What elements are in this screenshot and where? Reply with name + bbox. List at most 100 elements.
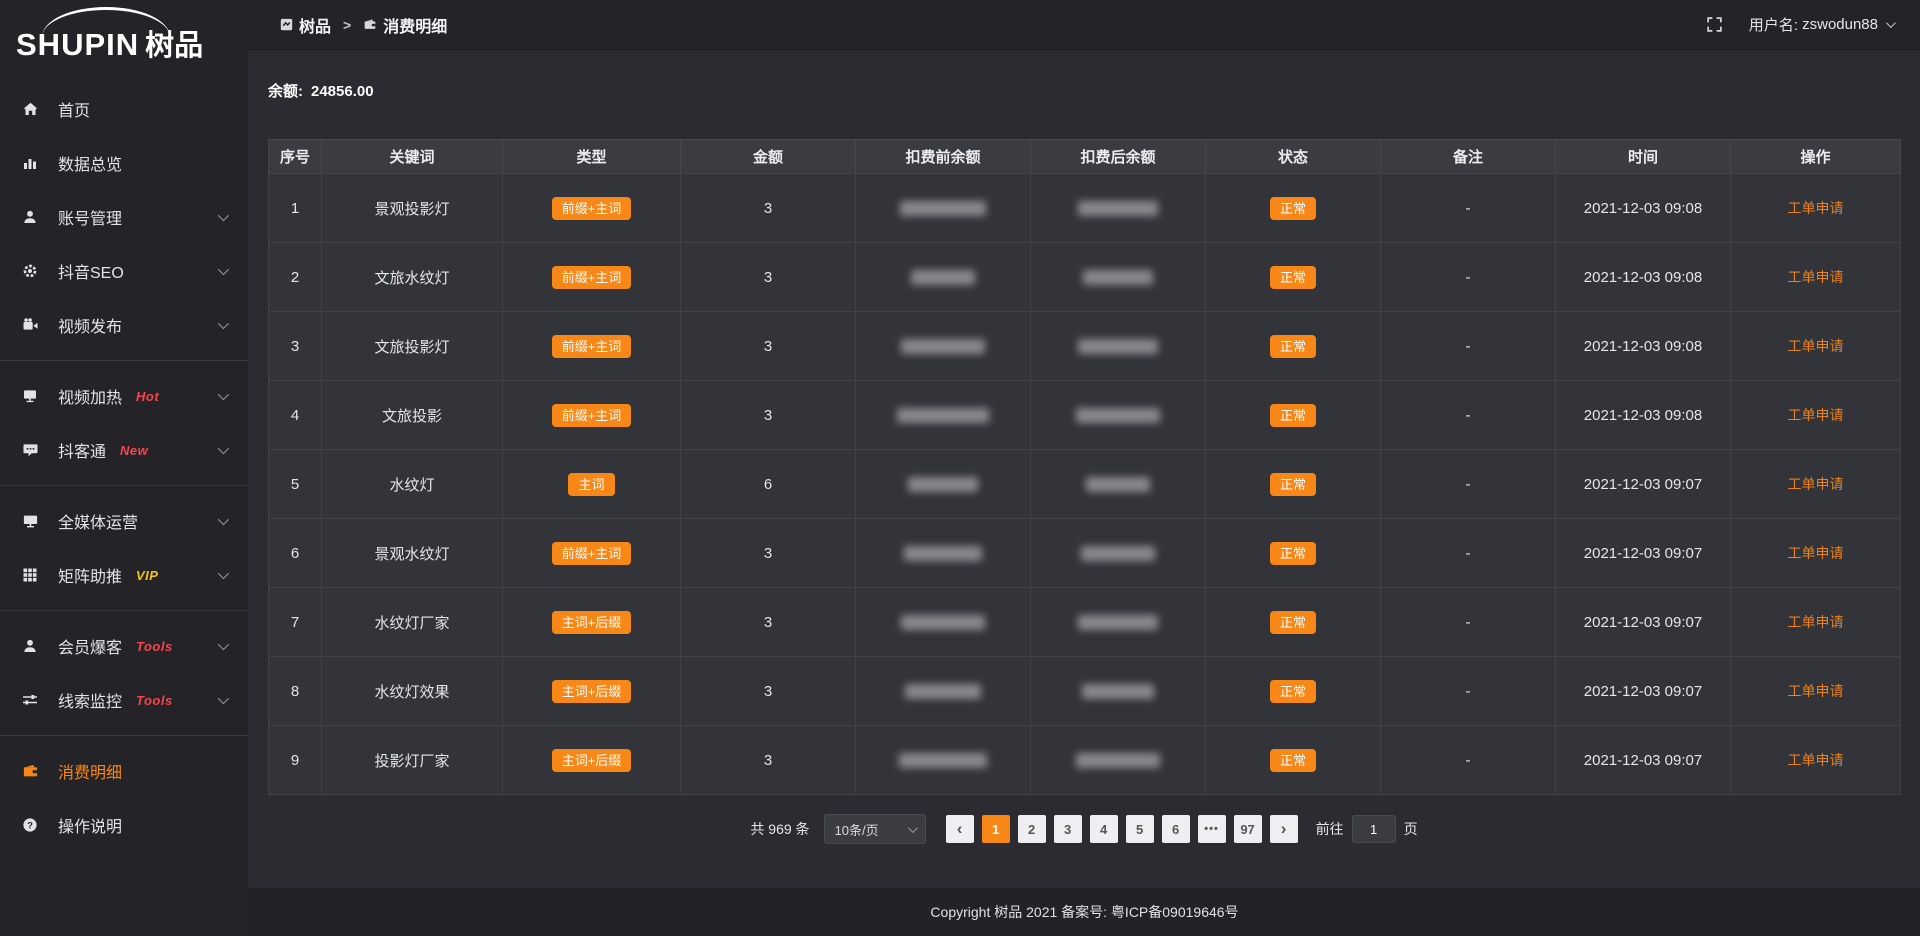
masked-balance-before xyxy=(899,753,987,768)
work-order-link[interactable]: 工单申请 xyxy=(1788,683,1844,699)
page-size-select[interactable]: 10条/页 xyxy=(824,814,926,844)
cell-status: 正常 xyxy=(1206,243,1381,312)
copyright-text: Copyright 树品 2021 备案号: 粤ICP备09019646号 xyxy=(930,902,1238,922)
sidebar-item-首页[interactable]: 首页 xyxy=(0,82,248,136)
grid-icon xyxy=(22,567,42,583)
logo-arc xyxy=(42,7,170,37)
work-order-link[interactable]: 工单申请 xyxy=(1788,476,1844,492)
page-button-97[interactable]: 97 xyxy=(1234,815,1262,843)
cell-amount: 3 xyxy=(681,174,856,243)
type-badge: 前缀+主词 xyxy=(552,404,632,427)
cell-status: 正常 xyxy=(1206,450,1381,519)
page-ellipsis-button[interactable]: ••• xyxy=(1198,815,1226,843)
table-row: 9投影灯厂家主词+后缀3正常-2021-12-03 09:07工单申请 xyxy=(269,726,1901,795)
type-badge: 主词+后缀 xyxy=(552,749,632,772)
column-header: 序号 xyxy=(269,140,322,174)
sidebar-item-线索监控[interactable]: 线索监控 Tools xyxy=(0,673,248,727)
sidebar-item-会员爆客[interactable]: 会员爆客Tools xyxy=(0,619,248,673)
cell-balance-after xyxy=(1031,243,1206,312)
sidebar-item-抖音SEO[interactable]: 抖音SEO xyxy=(0,244,248,298)
status-badge: 正常 xyxy=(1270,266,1316,289)
table-row: 1景观投影灯前缀+主词3正常-2021-12-03 09:08工单申请 xyxy=(269,174,1901,243)
work-order-link[interactable]: 工单申请 xyxy=(1788,752,1844,768)
cell-status: 正常 xyxy=(1206,657,1381,726)
work-order-link[interactable]: 工单申请 xyxy=(1788,200,1844,216)
cell-status: 正常 xyxy=(1206,381,1381,450)
goto-page-input[interactable] xyxy=(1352,815,1396,843)
page-button-3[interactable]: 3 xyxy=(1054,815,1082,843)
page-button-1[interactable]: 1 xyxy=(982,815,1010,843)
column-header: 状态 xyxy=(1206,140,1381,174)
prev-page-button[interactable]: ‹ xyxy=(946,815,974,843)
sidebar-menu: 首页数据总览账号管理抖音SEO视频发布视频加热Hot抖客通New全媒体运营矩阵助… xyxy=(0,82,248,852)
sidebar-item-tag: Hot xyxy=(136,389,159,404)
sidebar-item-抖客通[interactable]: 抖客通New xyxy=(0,423,248,477)
logo[interactable]: SHUPIN树品 xyxy=(0,0,248,72)
table-body: 1景观投影灯前缀+主词3正常-2021-12-03 09:08工单申请2文旅水纹… xyxy=(269,174,1901,795)
sidebar-item-全媒体运营[interactable]: 全媒体运营 xyxy=(0,494,248,548)
chat-icon xyxy=(22,442,42,458)
sidebar-item-label: 操作说明 xyxy=(58,813,122,837)
question-icon: ? xyxy=(22,817,42,833)
sidebar-item-label: 首页 xyxy=(58,97,90,121)
sidebar-item-label: 抖音SEO xyxy=(58,259,124,283)
page-button-6[interactable]: 6 xyxy=(1162,815,1190,843)
page-size-value: 10条/页 xyxy=(835,820,879,839)
column-header: 时间 xyxy=(1556,140,1731,174)
chevron-down-icon xyxy=(218,514,229,525)
cell-remark: - xyxy=(1381,312,1556,381)
cell-type: 主词+后缀 xyxy=(503,726,681,795)
chevron-down-icon xyxy=(218,443,229,454)
type-badge: 前缀+主词 xyxy=(552,266,632,289)
cell-keyword: 水纹灯效果 xyxy=(322,657,503,726)
page-button-5[interactable]: 5 xyxy=(1126,815,1154,843)
sidebar-item-消费明细[interactable]: 消费明细 xyxy=(0,744,248,798)
masked-balance-after xyxy=(1076,408,1160,423)
breadcrumb-item-消费明细[interactable]: 消费明细 xyxy=(363,13,447,37)
sidebar: SHUPIN树品 首页数据总览账号管理抖音SEO 视频发布视频加热Hot抖客通Ne… xyxy=(0,0,248,936)
cell-remark: - xyxy=(1381,174,1556,243)
cell-time: 2021-12-03 09:08 xyxy=(1556,243,1731,312)
fullscreen-icon[interactable] xyxy=(1706,16,1723,33)
cell-balance-before xyxy=(856,726,1031,795)
sidebar-item-数据总览[interactable]: 数据总览 xyxy=(0,136,248,190)
masked-balance-before xyxy=(901,339,985,354)
masked-balance-before xyxy=(905,684,981,699)
work-order-link[interactable]: 工单申请 xyxy=(1788,545,1844,561)
status-badge: 正常 xyxy=(1270,197,1316,220)
table-row: 6景观水纹灯前缀+主词3正常-2021-12-03 09:07工单申请 xyxy=(269,519,1901,588)
sidebar-item-tag: New xyxy=(120,443,148,458)
sidebar-item-视频加热[interactable]: 视频加热Hot xyxy=(0,369,248,423)
masked-balance-after xyxy=(1076,753,1160,768)
sidebar-item-label: 线索监控 xyxy=(58,688,122,712)
sidebar-item-矩阵助推[interactable]: 矩阵助推VIP xyxy=(0,548,248,602)
work-order-link[interactable]: 工单申请 xyxy=(1788,614,1844,630)
work-order-link[interactable]: 工单申请 xyxy=(1788,407,1844,423)
work-order-link[interactable]: 工单申请 xyxy=(1788,338,1844,354)
cell-time: 2021-12-03 09:07 xyxy=(1556,450,1731,519)
sidebar-item-账号管理[interactable]: 账号管理 xyxy=(0,190,248,244)
cell-time: 2021-12-03 09:07 xyxy=(1556,519,1731,588)
sidebar-item-视频发布[interactable]: 视频发布 xyxy=(0,298,248,352)
masked-balance-after xyxy=(1082,684,1154,699)
work-order-link[interactable]: 工单申请 xyxy=(1788,269,1844,285)
balance-label: 余额: xyxy=(268,83,303,100)
total-count: 共 969 条 xyxy=(750,819,809,839)
masked-balance-before xyxy=(900,201,986,216)
page-button-4[interactable]: 4 xyxy=(1090,815,1118,843)
cell-index: 8 xyxy=(269,657,322,726)
cell-keyword: 景观投影灯 xyxy=(322,174,503,243)
sidebar-item-操作说明[interactable]: ? 操作说明 xyxy=(0,798,248,852)
user-menu[interactable]: 用户名: zswodun88 xyxy=(1749,14,1893,35)
masked-balance-before xyxy=(897,408,989,423)
cell-keyword: 文旅水纹灯 xyxy=(322,243,503,312)
sidebar-item-tag: Tools xyxy=(136,693,173,708)
table-row: 7水纹灯厂家主词+后缀3正常-2021-12-03 09:07工单申请 xyxy=(269,588,1901,657)
chevron-down-icon xyxy=(218,318,229,329)
sidebar-item-label: 矩阵助推 xyxy=(58,563,122,587)
breadcrumb-item-树品[interactable]: 树品 xyxy=(280,13,331,37)
cell-index: 5 xyxy=(269,450,322,519)
cell-index: 1 xyxy=(269,174,322,243)
page-button-2[interactable]: 2 xyxy=(1018,815,1046,843)
next-page-button[interactable]: › xyxy=(1270,815,1298,843)
